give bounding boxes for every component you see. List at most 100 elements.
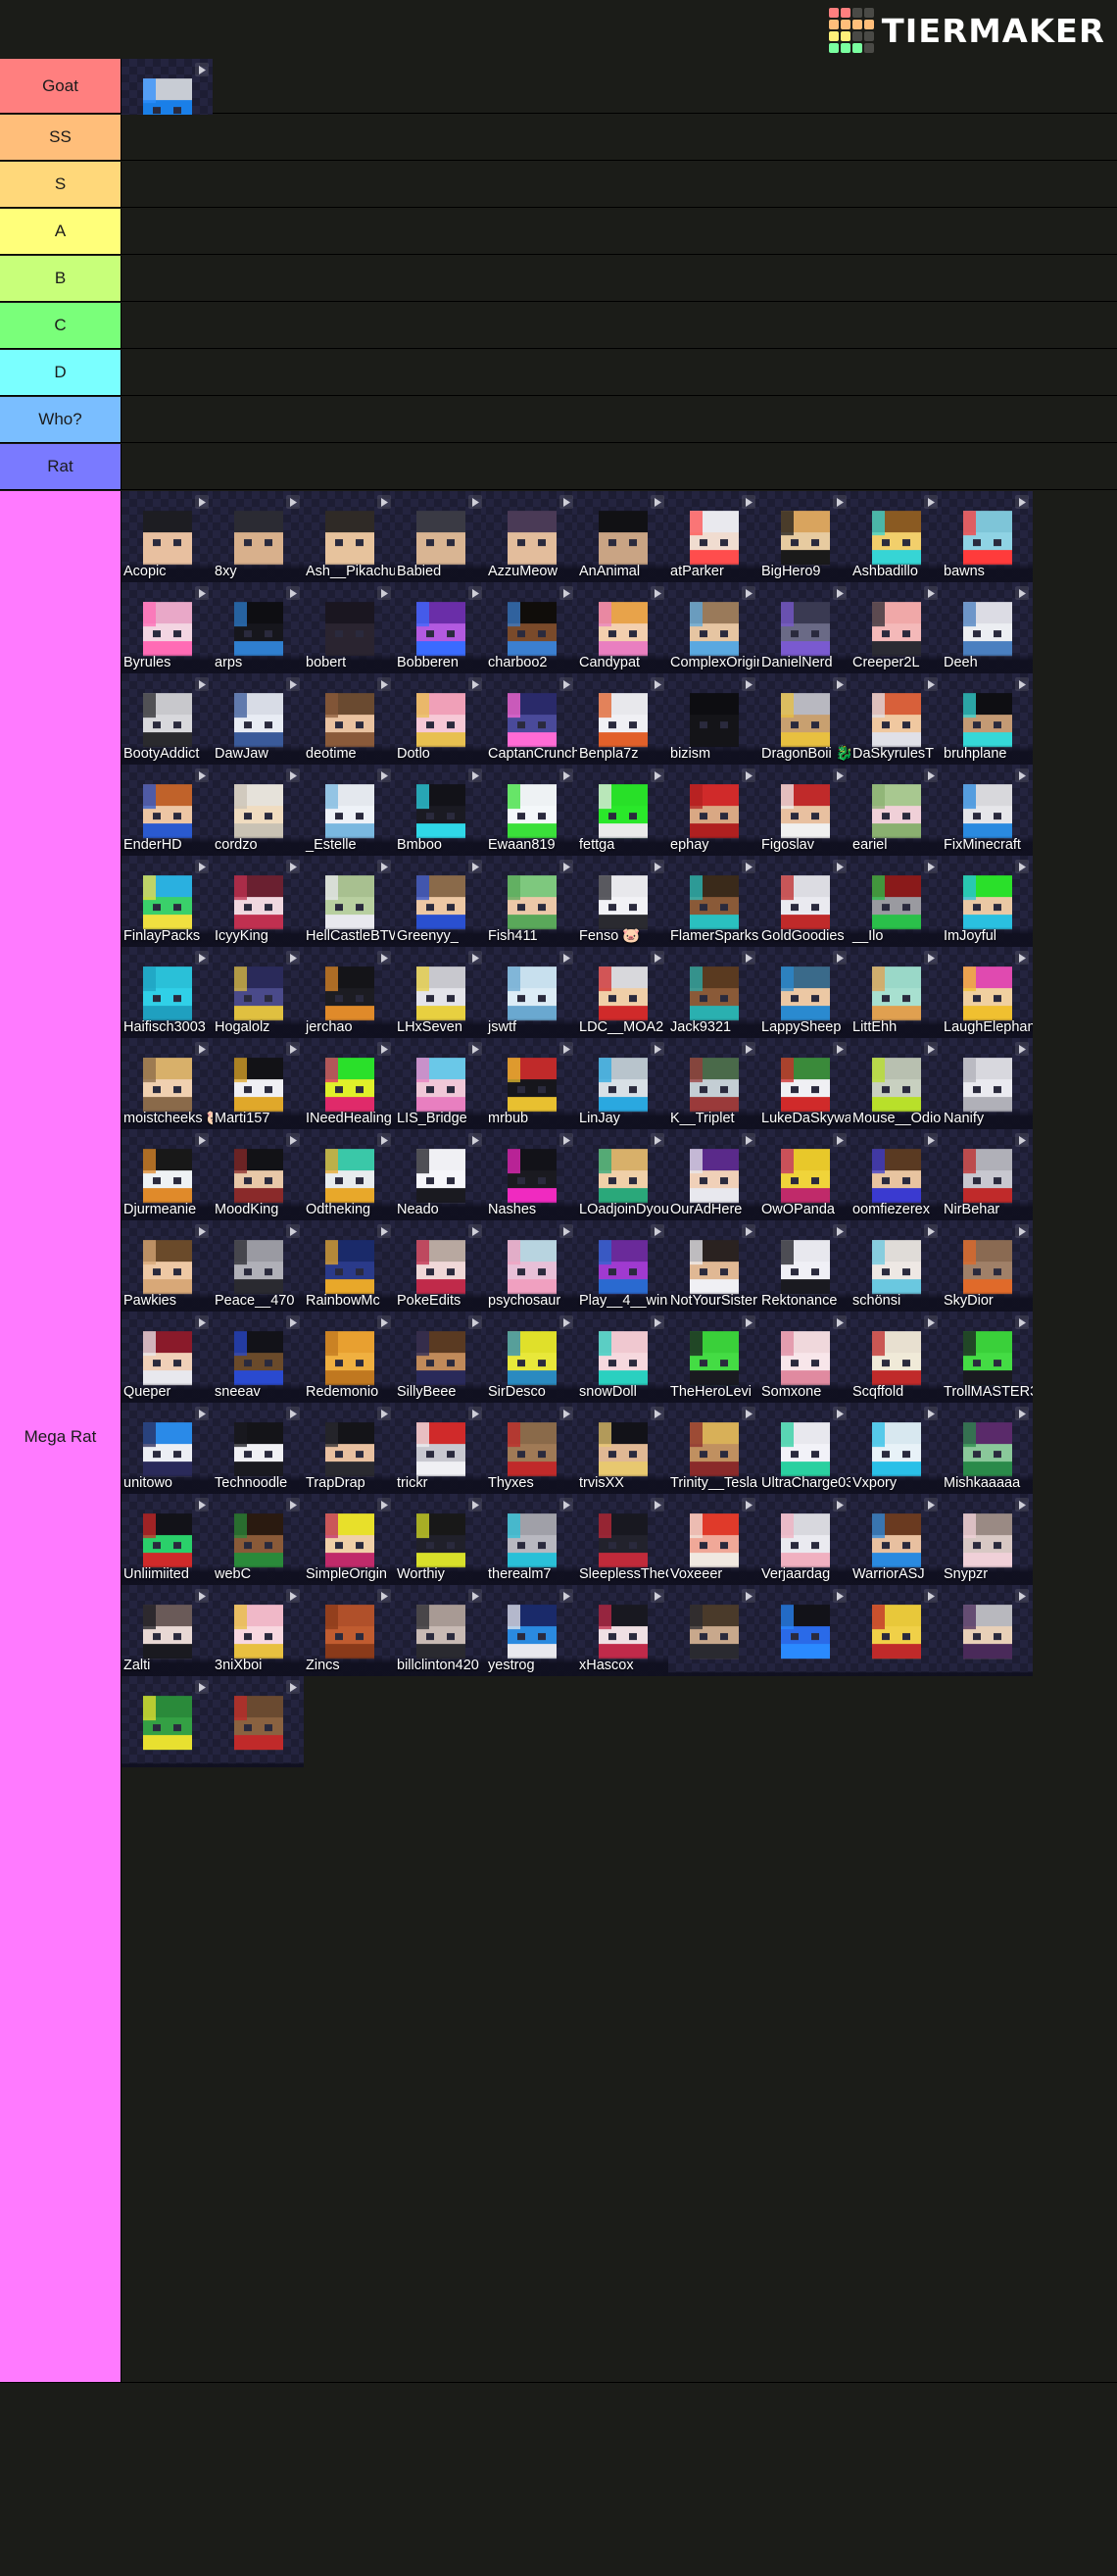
tier-label[interactable]: A [0, 209, 121, 254]
item-menu-icon[interactable] [924, 1133, 938, 1147]
tier-item[interactable]: webC [213, 1494, 304, 1585]
item-menu-icon[interactable] [651, 1498, 664, 1511]
item-menu-icon[interactable] [651, 860, 664, 873]
item-menu-icon[interactable] [833, 1224, 847, 1238]
tier-item[interactable]: _Estelle [304, 765, 395, 856]
tier-item[interactable]: Hogalolz [213, 947, 304, 1038]
tier-item[interactable]: Queper [121, 1312, 213, 1403]
tier-item[interactable]: Snypzr [942, 1494, 1033, 1585]
item-menu-icon[interactable] [286, 768, 300, 782]
tier-item[interactable]: LappySheep [759, 947, 850, 1038]
tier-item[interactable]: LHxSeven [395, 947, 486, 1038]
tier-item[interactable]: Vxpory [850, 1403, 942, 1494]
item-menu-icon[interactable] [468, 1407, 482, 1420]
tier-label[interactable]: SS [0, 115, 121, 160]
tier-drop-area[interactable] [121, 444, 1117, 489]
tier-item[interactable] [121, 1676, 213, 1767]
tier-item[interactable]: charboo2 [486, 582, 577, 673]
tier-item[interactable]: IcyyKing [213, 856, 304, 947]
item-menu-icon[interactable] [1015, 860, 1029, 873]
tier-item[interactable]: billclinton420 [395, 1585, 486, 1676]
tier-item[interactable]: ImJoyful [942, 856, 1033, 947]
tier-item[interactable]: bobert [304, 582, 395, 673]
item-menu-icon[interactable] [1015, 951, 1029, 965]
tier-item[interactable]: arps [213, 582, 304, 673]
tier-item[interactable]: LinJay [577, 1038, 668, 1129]
tier-item[interactable]: BigHero9 [759, 491, 850, 582]
tier-item[interactable]: Bobberen [395, 582, 486, 673]
item-menu-icon[interactable] [924, 1315, 938, 1329]
tier-drop-area[interactable] [121, 397, 1117, 442]
tier-item[interactable]: Fenso 🐷 [577, 856, 668, 947]
tier-item[interactable] [850, 1585, 942, 1676]
tier-item[interactable]: xHascox [577, 1585, 668, 1676]
tier-item[interactable]: PokeEdits [395, 1220, 486, 1312]
item-menu-icon[interactable] [1015, 495, 1029, 509]
tier-item[interactable]: MoodKing [213, 1129, 304, 1220]
tier-item[interactable]: Technoodle [213, 1403, 304, 1494]
item-menu-icon[interactable] [286, 677, 300, 691]
item-menu-icon[interactable] [742, 1042, 755, 1056]
tier-item[interactable]: Worthiy [395, 1494, 486, 1585]
item-menu-icon[interactable] [924, 768, 938, 782]
tier-item[interactable]: Rektonance [759, 1220, 850, 1312]
tier-item[interactable] [668, 1585, 759, 1676]
item-menu-icon[interactable] [833, 1042, 847, 1056]
tier-item[interactable]: sneeav [213, 1312, 304, 1403]
tier-item[interactable]: bizism [668, 673, 759, 765]
tier-item[interactable]: Fish411 [486, 856, 577, 947]
item-menu-icon[interactable] [286, 1589, 300, 1603]
item-menu-icon[interactable] [651, 495, 664, 509]
tier-item[interactable]: Trinity__Tesla [668, 1403, 759, 1494]
item-menu-icon[interactable] [468, 586, 482, 600]
item-menu-icon[interactable] [559, 1498, 573, 1511]
item-menu-icon[interactable] [377, 860, 391, 873]
tier-item[interactable]: ephay [668, 765, 759, 856]
item-menu-icon[interactable] [559, 586, 573, 600]
item-menu-icon[interactable] [924, 951, 938, 965]
item-menu-icon[interactable] [924, 1042, 938, 1056]
item-menu-icon[interactable] [833, 951, 847, 965]
tier-label[interactable]: Rat [0, 444, 121, 489]
tier-item[interactable]: oomfiezerex [850, 1129, 942, 1220]
item-menu-icon[interactable] [1015, 1224, 1029, 1238]
item-menu-icon[interactable] [468, 1224, 482, 1238]
tier-drop-area[interactable]: Acopic 8xy Ash__Pikachu Babied AzzuMeow AnAni… [121, 491, 1117, 2382]
item-menu-icon[interactable] [1015, 768, 1029, 782]
tier-label[interactable]: S [0, 162, 121, 207]
tier-item[interactable]: Marti157 [213, 1038, 304, 1129]
item-menu-icon[interactable] [1015, 1407, 1029, 1420]
item-menu-icon[interactable] [742, 951, 755, 965]
tier-drop-area[interactable] [121, 162, 1117, 207]
item-menu-icon[interactable] [1015, 586, 1029, 600]
item-menu-icon[interactable] [559, 1589, 573, 1603]
item-menu-icon[interactable] [559, 1224, 573, 1238]
tier-item[interactable]: Dotlo [395, 673, 486, 765]
item-menu-icon[interactable] [833, 1315, 847, 1329]
item-menu-icon[interactable] [468, 1315, 482, 1329]
tier-label[interactable]: B [0, 256, 121, 301]
tier-item[interactable]: SirDesco [486, 1312, 577, 1403]
item-menu-icon[interactable] [286, 1133, 300, 1147]
tier-label[interactable]: Goat [0, 59, 121, 113]
item-menu-icon[interactable] [468, 951, 482, 965]
item-menu-icon[interactable] [559, 768, 573, 782]
item-menu-icon[interactable] [651, 951, 664, 965]
item-menu-icon[interactable] [651, 1315, 664, 1329]
item-menu-icon[interactable] [651, 1224, 664, 1238]
item-menu-icon[interactable] [559, 677, 573, 691]
tier-item[interactable]: Zalti [121, 1585, 213, 1676]
item-menu-icon[interactable] [742, 860, 755, 873]
item-menu-icon[interactable] [833, 1498, 847, 1511]
item-menu-icon[interactable] [377, 768, 391, 782]
item-menu-icon[interactable] [742, 1224, 755, 1238]
tier-drop-area[interactable] [121, 350, 1117, 395]
item-menu-icon[interactable] [195, 63, 209, 76]
item-menu-icon[interactable] [559, 860, 573, 873]
tier-item[interactable]: Nanify [942, 1038, 1033, 1129]
item-menu-icon[interactable] [833, 1133, 847, 1147]
item-menu-icon[interactable] [286, 1042, 300, 1056]
tier-item[interactable]: K__Triplet [668, 1038, 759, 1129]
tier-item[interactable]: NirBehar [942, 1129, 1033, 1220]
item-menu-icon[interactable] [742, 1133, 755, 1147]
